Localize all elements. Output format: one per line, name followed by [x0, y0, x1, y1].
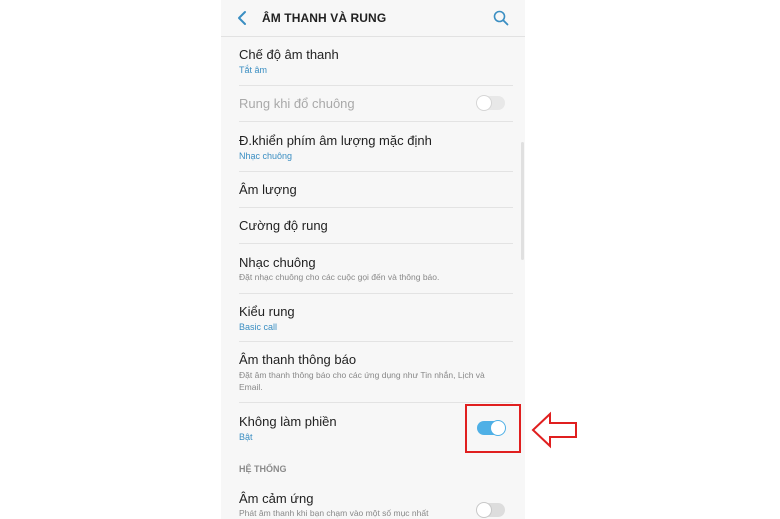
ringtone-description: Đặt nhạc chuông cho các cuộc gọi đến và … — [239, 272, 440, 282]
vibrate-on-ring-toggle — [476, 95, 505, 111]
vibration-pattern-item[interactable]: Kiểu rung Basic call — [221, 294, 525, 342]
notification-sounds-title: Âm thanh thông báo — [239, 352, 357, 367]
vibration-pattern-title: Kiểu rung — [239, 304, 295, 319]
vibrate-on-ring-title: Rung khi đổ chuông — [239, 96, 355, 111]
volume-keys-item[interactable]: Đ.khiển phím âm lượng mặc định Nhạc chuô… — [221, 122, 525, 172]
do-not-disturb-value: Bật — [239, 432, 253, 442]
vibration-intensity-item[interactable]: Cường độ rung — [221, 208, 525, 244]
volume-keys-title: Đ.khiển phím âm lượng mặc định — [239, 133, 432, 148]
arrow-left-icon — [531, 411, 577, 449]
toggle-knob — [476, 95, 492, 111]
volume-title: Âm lượng — [239, 182, 297, 197]
sound-mode-value: Tắt âm — [239, 65, 268, 75]
vibration-pattern-value: Basic call — [239, 322, 278, 332]
toggle-knob — [476, 502, 492, 518]
vibration-intensity-title: Cường độ rung — [239, 218, 328, 233]
search-icon[interactable] — [493, 10, 509, 26]
sound-mode-title: Chế độ âm thanh — [239, 47, 339, 62]
section-header-system: HỆ THỐNG — [239, 464, 287, 474]
touch-sounds-description: Phát âm thanh khi bạn chạm vào một số mụ… — [239, 508, 429, 518]
vibrate-on-ring-item: Rung khi đổ chuông — [221, 86, 525, 122]
scrollbar[interactable] — [521, 142, 524, 260]
touch-sounds-toggle[interactable] — [476, 502, 505, 518]
app-bar: ÂM THANH VÀ RUNG — [221, 0, 525, 37]
do-not-disturb-title: Không làm phiền — [239, 414, 337, 429]
notification-sounds-item[interactable]: Âm thanh thông báo Đặt âm thanh thông bá… — [221, 342, 525, 403]
back-icon[interactable] — [235, 9, 251, 27]
sound-mode-item[interactable]: Chế độ âm thanh Tắt âm — [221, 37, 525, 86]
ringtone-title: Nhạc chuông — [239, 255, 316, 270]
notification-sounds-description: Đặt âm thanh thông báo cho các ứng dụng … — [239, 370, 485, 392]
ringtone-item[interactable]: Nhạc chuông Đặt nhạc chuông cho các cuộc… — [221, 244, 525, 294]
touch-sounds-item[interactable]: Âm cảm ứng Phát âm thanh khi bạn chạm và… — [221, 482, 525, 519]
highlight-box — [465, 404, 521, 453]
volume-keys-value: Nhạc chuông — [239, 151, 293, 161]
touch-sounds-title: Âm cảm ứng — [239, 491, 314, 506]
page-title: ÂM THANH VÀ RUNG — [262, 11, 387, 25]
volume-item[interactable]: Âm lượng — [221, 172, 525, 208]
